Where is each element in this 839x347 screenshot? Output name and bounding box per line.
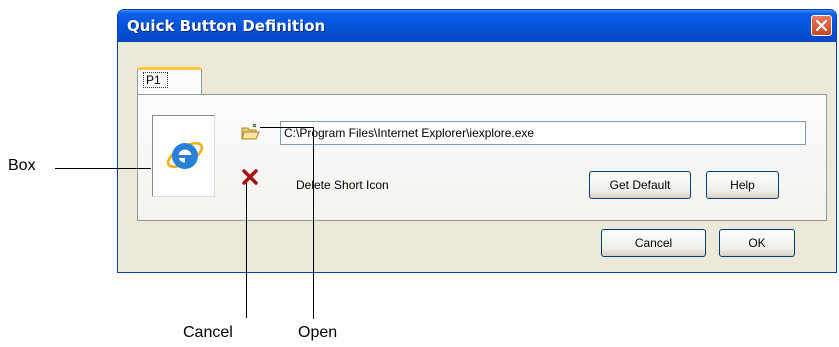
callout-cancel-label: Cancel <box>183 324 233 341</box>
delete-x-icon <box>242 169 258 185</box>
delete-short-icon-label: Delete Short Icon <box>296 178 389 192</box>
internet-explorer-icon <box>166 141 204 169</box>
open-folder-icon <box>241 123 260 140</box>
tab-p1-label: P1 <box>143 72 168 88</box>
tab-panel <box>137 94 827 221</box>
close-button[interactable] <box>811 15 832 36</box>
delete-icon-button[interactable] <box>241 168 259 191</box>
callout-open-line-v <box>313 127 314 319</box>
callout-cancel-line <box>246 183 247 318</box>
callout-open-line-h <box>260 127 314 128</box>
get-default-button[interactable]: Get Default <box>589 171 691 199</box>
icon-box[interactable] <box>152 115 215 197</box>
title-bar[interactable]: Quick Button Definition <box>118 10 836 42</box>
program-path-field[interactable]: C:\Program Files\Internet Explorer\iexpl… <box>280 121 806 145</box>
cancel-button[interactable]: Cancel <box>601 229 706 257</box>
close-icon <box>815 19 828 32</box>
tab-p1[interactable]: P1 <box>137 67 202 94</box>
callout-box-label: Box <box>8 157 36 174</box>
quick-button-dialog: Quick Button Definition P1 C:\Program Fi… <box>117 9 837 273</box>
callout-box-line <box>55 168 151 169</box>
help-button[interactable]: Help <box>706 171 779 199</box>
open-button[interactable] <box>241 123 261 146</box>
callout-open-label: Open <box>298 324 338 341</box>
dialog-title: Quick Button Definition <box>127 17 326 35</box>
ok-button[interactable]: OK <box>719 229 795 257</box>
